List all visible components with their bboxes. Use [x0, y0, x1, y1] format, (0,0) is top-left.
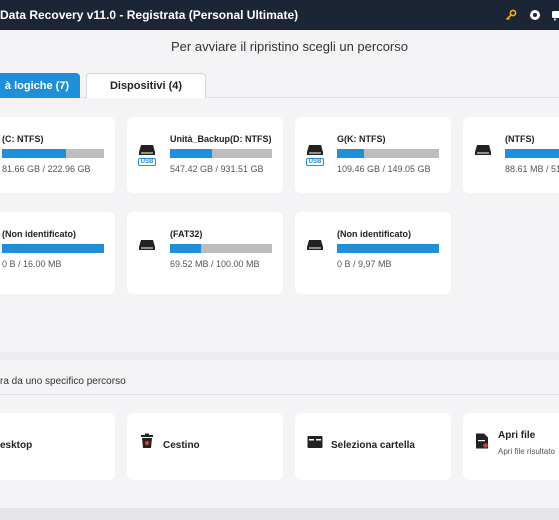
drive-usage-bar: [505, 149, 559, 158]
drive-size: 547.42 GB / 931.51 GB: [170, 164, 264, 174]
drive-card[interactable]: USB Unità_Backup(D: NTFS) 547.42 GB / 93…: [127, 117, 283, 193]
drive-size: 69.52 MB / 100.00 MB: [170, 259, 260, 269]
location-open-file[interactable]: Apri file Apri file risultato: [463, 413, 559, 480]
hard-drive-icon: [474, 144, 492, 174]
drive-size: 0 B / 9,97 MB: [337, 259, 392, 269]
recycle-bin-icon: [140, 433, 156, 449]
drive-name: Unità_Backup(D: NTFS): [170, 134, 272, 144]
bottom-strip: [0, 508, 559, 520]
location-desktop[interactable]: esktop: [0, 413, 115, 480]
drive-size: 0 B / 16.00 MB: [2, 259, 62, 269]
drive-card[interactable]: (C: NTFS) 81.66 GB / 222.96 GB: [0, 117, 115, 193]
drive-size: 109.46 GB / 149.05 GB: [337, 164, 431, 174]
hard-drive-icon: [138, 239, 156, 269]
drive-card[interactable]: (Non identificato) 0 B / 16.00 MB: [0, 212, 115, 294]
drive-usage-bar: [170, 149, 272, 158]
cart-icon[interactable]: [550, 8, 559, 22]
drive-usage-bar: [2, 244, 104, 253]
drive-usage-bar: [170, 244, 272, 253]
settings-icon[interactable]: [528, 8, 542, 22]
drive-card[interactable]: (NTFS) 88.61 MB / 51: [463, 117, 559, 193]
location-label: Seleziona cartella: [331, 440, 415, 451]
folder-icon: [307, 435, 323, 451]
drive-size: 88.61 MB / 51: [505, 164, 559, 174]
location-recycle-bin[interactable]: Cestino: [127, 413, 283, 480]
section-divider: [0, 352, 559, 360]
tabs-bar: à logiche (7) Dispositivi (4): [0, 62, 559, 98]
usb-drive-icon: USB: [306, 144, 324, 174]
divider-line: [0, 394, 559, 395]
location-heading: ra da uno specifico percorso: [0, 376, 126, 387]
tab-logical-drives[interactable]: à logiche (7): [0, 73, 80, 98]
tab-devices[interactable]: Dispositivi (4): [86, 73, 206, 98]
drive-usage-bar: [337, 244, 439, 253]
instruction-bar: Per avviare il ripristino scegli un perc…: [0, 30, 559, 62]
drives-panel: (C: NTFS) 81.66 GB / 222.96 GB USB Unità…: [0, 98, 559, 352]
location-label: Cestino: [163, 440, 200, 451]
drive-card[interactable]: (Non identificato) 0 B / 9,97 MB: [295, 212, 451, 294]
drive-usage-bar: [337, 149, 439, 158]
usb-drive-icon: USB: [138, 144, 156, 174]
drive-name: (NTFS): [505, 134, 535, 144]
drive-name: (Non identificato): [2, 229, 76, 239]
location-sublabel: Apri file risultato: [498, 447, 555, 456]
file-icon: [475, 433, 491, 449]
drive-name: (C: NTFS): [2, 134, 44, 144]
key-icon[interactable]: [504, 8, 518, 22]
location-label: esktop: [0, 440, 33, 451]
instruction-text: Per avviare il ripristino scegli un perc…: [171, 39, 408, 54]
drive-size: 81.66 GB / 222.96 GB: [2, 164, 91, 174]
title-bar: Data Recovery v11.0 - Registrata (Person…: [0, 0, 559, 30]
location-label: Apri file: [498, 430, 536, 441]
drive-name: (Non identificato): [337, 229, 411, 239]
drive-name: G(K: NTFS): [337, 134, 386, 144]
drive-name: (FAT32): [170, 229, 203, 239]
window-title: Data Recovery v11.0 - Registrata (Person…: [0, 8, 299, 22]
drive-card[interactable]: (FAT32) 69.52 MB / 100.00 MB: [127, 212, 283, 294]
hard-drive-icon: [306, 239, 324, 269]
drive-usage-bar: [2, 149, 104, 158]
drive-card[interactable]: USB G(K: NTFS) 109.46 GB / 149.05 GB: [295, 117, 451, 193]
location-select-folder[interactable]: Seleziona cartella: [295, 413, 451, 480]
